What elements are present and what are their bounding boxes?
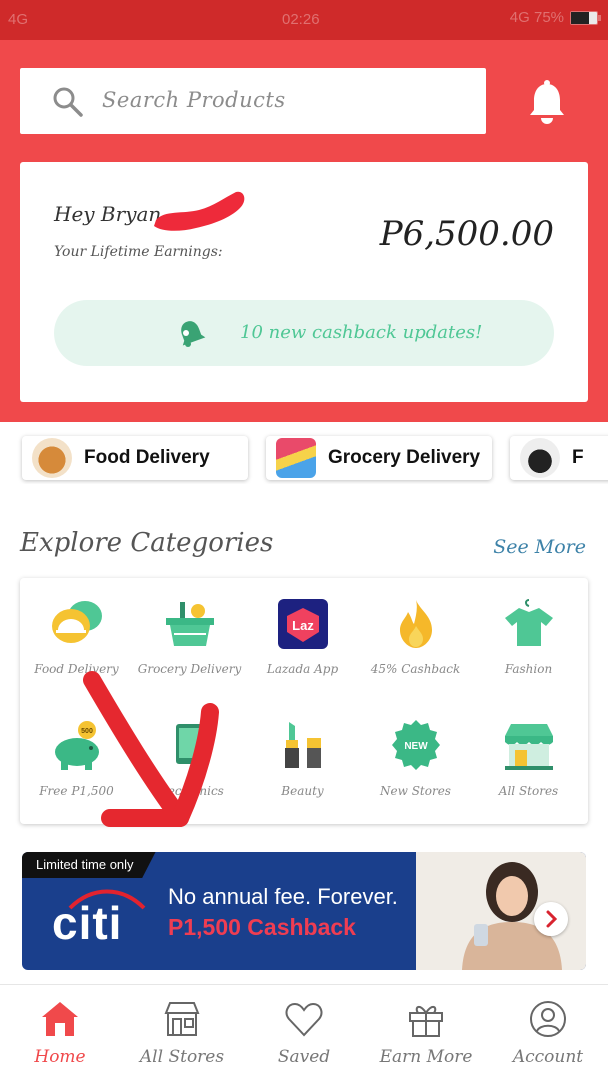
category-lazada-app[interactable]: Laz Lazada App xyxy=(246,596,359,676)
store-icon xyxy=(164,1002,200,1036)
network-indicator: 4G xyxy=(8,11,29,28)
chevron-right-icon[interactable] xyxy=(534,902,568,936)
nav-home[interactable]: Home xyxy=(0,999,120,1067)
clock: 02:26 xyxy=(282,11,320,28)
svg-text:NEW: NEW xyxy=(404,741,428,752)
category-cashback[interactable]: 45% Cashback xyxy=(359,596,472,676)
nav-account[interactable]: Account xyxy=(488,999,608,1067)
search-icon xyxy=(53,87,83,117)
handbag-icon xyxy=(520,438,560,478)
signal-battery-text: 4G 75% xyxy=(509,9,564,26)
account-icon xyxy=(530,1001,566,1037)
svg-text:Laz: Laz xyxy=(292,618,314,633)
food-delivery-icon xyxy=(51,601,102,643)
grocery-basket-icon xyxy=(165,602,214,646)
banner-tag: Limited time only xyxy=(22,852,156,878)
annotation-arrow xyxy=(83,671,219,827)
status-icons: 4G 75% xyxy=(509,9,601,26)
quick-link-label: Grocery Delivery xyxy=(328,447,481,468)
category-fashion[interactable]: Fashion xyxy=(472,596,585,676)
cashback-updates-text: 10 new cashback updates! xyxy=(240,322,483,343)
ringing-bell-icon xyxy=(181,321,206,347)
see-more-link[interactable]: See More xyxy=(493,536,586,558)
promo-banner[interactable]: Limited time only citi No annual fee. Fo… xyxy=(22,852,586,970)
header: Search Products Hey Bryan Your Lifetime … xyxy=(0,40,608,422)
shirt-icon xyxy=(504,599,553,646)
nav-saved[interactable]: Saved xyxy=(244,999,364,1067)
home-icon xyxy=(42,1002,78,1036)
nav-all-stores[interactable]: All Stores xyxy=(122,999,242,1067)
quick-links: Food Delivery Grocery Delivery F xyxy=(0,432,608,484)
lazada-icon: Laz xyxy=(277,599,328,649)
status-bar: 4G 02:26 4G 75% xyxy=(0,0,608,40)
quick-link-food-delivery[interactable]: Food Delivery xyxy=(22,436,248,480)
category-all-stores[interactable]: All Stores xyxy=(472,718,585,798)
lipstick-icon xyxy=(284,722,321,768)
nav-earn-more[interactable]: Earn More xyxy=(366,999,486,1067)
bell-icon[interactable] xyxy=(526,80,568,124)
category-beauty[interactable]: Beauty xyxy=(246,718,359,798)
flame-icon xyxy=(399,600,432,648)
banner-headline: No annual fee. Forever. xyxy=(168,884,398,909)
search-bar[interactable]: Search Products xyxy=(20,68,486,134)
detergent-pack-icon xyxy=(276,438,316,478)
quick-link-label: Food Delivery xyxy=(84,447,210,468)
citi-logo: citi xyxy=(52,897,123,949)
bottom-nav: Home All Stores Saved Earn More Account xyxy=(0,984,608,1080)
new-badge-icon: NEW xyxy=(391,720,440,770)
quick-link-grocery-delivery[interactable]: Grocery Delivery xyxy=(266,436,492,480)
lifetime-earnings-label: Your Lifetime Earnings: xyxy=(54,244,223,260)
banner-offer: P1,500 Cashback xyxy=(168,914,356,940)
category-food-delivery[interactable]: Food Delivery xyxy=(20,596,133,676)
storefront-icon xyxy=(504,724,553,770)
battery-icon xyxy=(570,10,601,25)
search-input[interactable]: Search Products xyxy=(102,88,286,112)
explore-categories-title: Explore Categories xyxy=(20,528,274,558)
fried-chicken-icon xyxy=(32,438,72,478)
quick-link-more[interactable]: F xyxy=(510,436,608,480)
quick-link-label: F xyxy=(572,447,584,468)
lifetime-earnings-value: P6,500.00 xyxy=(379,214,554,254)
category-new-stores[interactable]: NEW New Stores xyxy=(359,718,472,798)
category-grocery-delivery[interactable]: Grocery Delivery xyxy=(133,596,246,676)
cashback-updates-button[interactable]: 10 new cashback updates! xyxy=(54,300,554,366)
gift-icon xyxy=(409,1006,443,1037)
redaction-scribble xyxy=(154,191,245,231)
earnings-card: Hey Bryan Your Lifetime Earnings: P6,500… xyxy=(20,162,588,402)
heart-icon xyxy=(285,1002,323,1037)
